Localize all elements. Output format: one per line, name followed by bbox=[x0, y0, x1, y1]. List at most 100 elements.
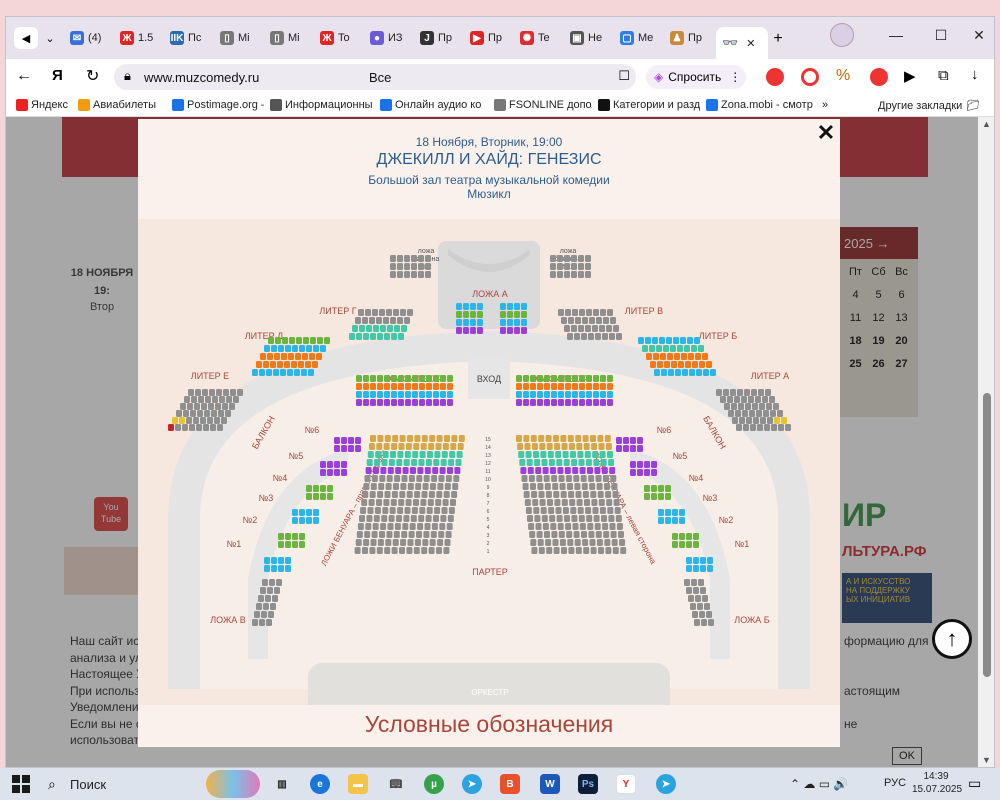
seat[interactable] bbox=[607, 507, 614, 514]
seat[interactable] bbox=[405, 383, 411, 390]
seat[interactable] bbox=[285, 345, 291, 352]
seat[interactable] bbox=[403, 459, 410, 466]
seat[interactable] bbox=[447, 399, 453, 406]
seat[interactable] bbox=[419, 451, 426, 458]
seat[interactable] bbox=[404, 271, 410, 278]
seat[interactable] bbox=[587, 467, 593, 474]
seat[interactable] bbox=[320, 485, 326, 492]
infinity-extension-icon[interactable] bbox=[870, 68, 888, 86]
seat[interactable] bbox=[303, 337, 309, 344]
seat[interactable] bbox=[448, 507, 455, 514]
seat[interactable] bbox=[407, 309, 413, 316]
seat[interactable] bbox=[516, 399, 522, 406]
seat[interactable] bbox=[433, 399, 439, 406]
scrollbar-thumb[interactable] bbox=[983, 393, 991, 677]
seat[interactable] bbox=[693, 587, 699, 594]
seat[interactable] bbox=[405, 399, 411, 406]
seat[interactable] bbox=[419, 507, 426, 514]
seat[interactable] bbox=[265, 595, 271, 602]
seat[interactable] bbox=[317, 337, 323, 344]
seat[interactable] bbox=[565, 383, 571, 390]
seat[interactable] bbox=[312, 361, 318, 368]
seat[interactable] bbox=[383, 317, 389, 324]
tab-4[interactable]: ▯ Mi bbox=[270, 27, 316, 49]
seat[interactable] bbox=[442, 499, 449, 506]
seat[interactable] bbox=[426, 399, 432, 406]
seat[interactable] bbox=[363, 483, 370, 490]
seat[interactable] bbox=[563, 459, 570, 466]
seat[interactable] bbox=[349, 333, 355, 340]
seat[interactable] bbox=[531, 547, 538, 554]
seat[interactable] bbox=[558, 391, 564, 398]
seat[interactable] bbox=[575, 491, 582, 498]
seat[interactable] bbox=[292, 345, 298, 352]
telegram-icon[interactable]: ➤ bbox=[462, 774, 482, 794]
seat[interactable] bbox=[418, 255, 424, 262]
seat[interactable] bbox=[584, 451, 591, 458]
seat[interactable] bbox=[757, 424, 763, 431]
seat[interactable] bbox=[659, 337, 665, 344]
seat[interactable] bbox=[601, 515, 607, 522]
seat[interactable] bbox=[739, 417, 745, 424]
seat[interactable] bbox=[392, 539, 399, 546]
seat[interactable] bbox=[370, 333, 376, 340]
seat[interactable] bbox=[278, 565, 284, 572]
seat[interactable] bbox=[672, 509, 678, 516]
seat[interactable] bbox=[306, 485, 312, 492]
seat[interactable] bbox=[541, 459, 548, 466]
seat[interactable] bbox=[372, 523, 379, 530]
seat[interactable] bbox=[356, 391, 362, 398]
seat[interactable] bbox=[411, 255, 417, 262]
seat[interactable] bbox=[760, 417, 766, 424]
bookmark-item[interactable]: Авиабилеты bbox=[78, 99, 156, 111]
seat[interactable] bbox=[354, 547, 361, 554]
seat[interactable] bbox=[391, 375, 397, 382]
seat[interactable] bbox=[576, 443, 583, 450]
seat[interactable] bbox=[270, 361, 276, 368]
seat[interactable] bbox=[500, 311, 506, 318]
seat[interactable] bbox=[274, 587, 280, 594]
seat[interactable] bbox=[592, 325, 598, 332]
seat[interactable] bbox=[514, 303, 520, 310]
seat[interactable] bbox=[356, 375, 362, 382]
seat[interactable] bbox=[418, 271, 424, 278]
seat[interactable] bbox=[262, 579, 268, 586]
seat[interactable] bbox=[597, 491, 604, 498]
seat[interactable] bbox=[368, 443, 375, 450]
seat[interactable] bbox=[444, 435, 450, 442]
seat[interactable] bbox=[535, 523, 542, 530]
seat[interactable] bbox=[557, 467, 564, 474]
seat[interactable] bbox=[180, 403, 186, 410]
seat[interactable] bbox=[582, 491, 589, 498]
seat[interactable] bbox=[538, 435, 545, 442]
tab-2[interactable]: IIK Пс bbox=[170, 27, 216, 49]
seat[interactable] bbox=[557, 255, 563, 262]
seat[interactable] bbox=[619, 539, 626, 546]
seat[interactable] bbox=[700, 565, 706, 572]
seat[interactable] bbox=[389, 507, 396, 514]
seat[interactable] bbox=[612, 547, 619, 554]
opera-extension-icon[interactable] bbox=[801, 68, 819, 86]
seat[interactable] bbox=[530, 483, 536, 490]
seat[interactable] bbox=[398, 499, 405, 506]
seat[interactable] bbox=[414, 539, 421, 546]
seat[interactable] bbox=[309, 353, 315, 360]
seat[interactable] bbox=[561, 443, 568, 450]
seat[interactable] bbox=[378, 483, 385, 490]
seat[interactable] bbox=[415, 483, 422, 490]
seat[interactable] bbox=[292, 533, 298, 540]
seat[interactable] bbox=[684, 345, 690, 352]
seat[interactable] bbox=[731, 403, 737, 410]
seat[interactable] bbox=[385, 539, 392, 546]
seat[interactable] bbox=[384, 375, 390, 382]
seat[interactable] bbox=[532, 499, 539, 506]
seat[interactable] bbox=[401, 325, 407, 332]
seat[interactable] bbox=[607, 383, 613, 390]
seat[interactable] bbox=[261, 611, 267, 618]
seat[interactable] bbox=[175, 424, 181, 431]
seat[interactable] bbox=[767, 417, 773, 424]
seat[interactable] bbox=[456, 327, 462, 334]
seat[interactable] bbox=[684, 579, 690, 586]
seat[interactable] bbox=[588, 531, 595, 538]
seat[interactable] bbox=[416, 475, 423, 482]
